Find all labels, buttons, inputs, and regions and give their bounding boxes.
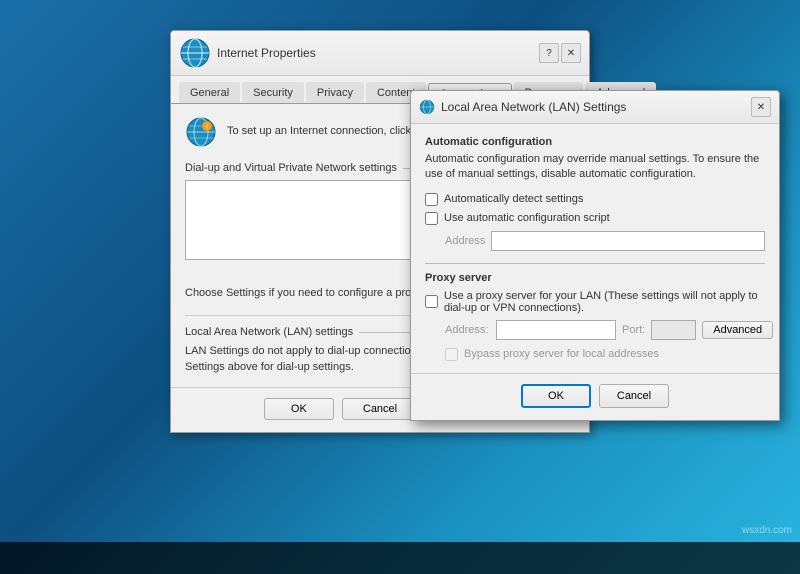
lan-dialog-footer: OK Cancel (411, 373, 779, 420)
lan-ok-button[interactable]: OK (521, 384, 591, 408)
internet-properties-titlebar: Internet Properties ? ✕ (171, 31, 589, 76)
divider (425, 263, 765, 264)
tab-security[interactable]: Security (242, 82, 304, 103)
internet-properties-icon (179, 37, 211, 69)
titlebar-left: Internet Properties (179, 37, 316, 69)
tab-privacy[interactable]: Privacy (306, 82, 364, 103)
cancel-button[interactable]: Cancel (342, 398, 418, 420)
proxy-addr-row: Address: Port: 80 Advanced (445, 320, 765, 340)
close-button[interactable]: ✕ (561, 43, 581, 63)
taskbar (0, 542, 800, 574)
bypass-proxy-checkbox[interactable] (445, 348, 458, 361)
lan-dialog-title: Local Area Network (LAN) Settings (441, 100, 626, 114)
proxy-advanced-button[interactable]: Advanced (702, 321, 773, 339)
help-button[interactable]: ? (539, 43, 559, 63)
lan-cancel-button[interactable]: Cancel (599, 384, 669, 408)
proxy-port-input[interactable]: 80 (651, 320, 696, 340)
proxy-section-title: Proxy server (425, 272, 765, 284)
tab-general[interactable]: General (179, 82, 240, 103)
lan-close-button[interactable]: ✕ (751, 97, 771, 117)
script-address-input[interactable] (491, 231, 765, 251)
internet-properties-title: Internet Properties (217, 46, 316, 60)
ok-button[interactable]: OK (264, 398, 334, 420)
lan-titlebar-left: Local Area Network (LAN) Settings (419, 99, 626, 115)
auto-detect-row: Automatically detect settings (425, 193, 765, 206)
proxy-server-checkbox[interactable] (425, 295, 438, 308)
bypass-proxy-label: Bypass proxy server for local addresses (464, 348, 659, 360)
proxy-checkbox-row: Use a proxy server for your LAN (These s… (425, 290, 765, 314)
auto-config-desc: Automatic configuration may override man… (425, 152, 765, 183)
auto-config-title: Automatic configuration (425, 136, 765, 148)
lan-dialog-icon (419, 99, 435, 115)
lan-settings-dialog: Local Area Network (LAN) Settings ✕ Auto… (410, 90, 780, 421)
globe-icon: ! (185, 116, 217, 148)
auto-script-label: Use automatic configuration script (444, 212, 610, 224)
titlebar-buttons: ? ✕ (539, 43, 581, 63)
script-address-row: Address (445, 231, 765, 251)
proxy-port-label: Port: (622, 324, 645, 336)
bypass-proxy-row: Bypass proxy server for local addresses (445, 348, 765, 361)
desktop: Internet Properties ? ✕ General Security… (0, 0, 800, 574)
auto-script-checkbox[interactable] (425, 212, 438, 225)
proxy-check-label: Use a proxy server for your LAN (These s… (444, 290, 765, 314)
lan-dialog-content: Automatic configuration Automatic config… (411, 124, 779, 373)
auto-detect-checkbox[interactable] (425, 193, 438, 206)
auto-detect-label: Automatically detect settings (444, 193, 583, 205)
lan-titlebar-buttons: ✕ (751, 97, 771, 117)
proxy-address-label: Address: (445, 324, 490, 336)
auto-script-row: Use automatic configuration script (425, 212, 765, 225)
script-address-label: Address (445, 235, 485, 247)
lan-dialog-titlebar: Local Area Network (LAN) Settings ✕ (411, 91, 779, 124)
svg-text:!: ! (206, 125, 208, 132)
proxy-address-input[interactable] (496, 320, 616, 340)
watermark: wsxdn.com (742, 525, 792, 536)
